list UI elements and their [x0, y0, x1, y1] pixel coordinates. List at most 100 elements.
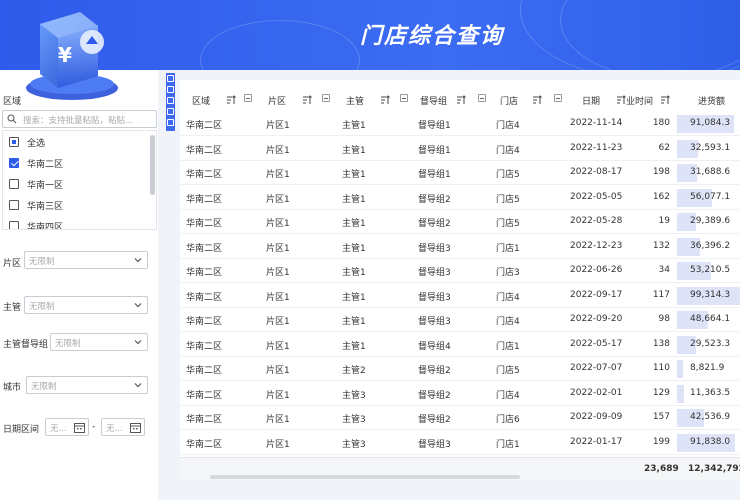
table-cell: 主管3	[342, 390, 366, 401]
checkbox-checked-icon[interactable]	[9, 158, 19, 168]
table-cell: 片区1	[266, 341, 290, 352]
col-manager[interactable]: 主管	[346, 90, 364, 110]
hours-cell: 98	[658, 314, 670, 324]
date-from-input[interactable]: 无...	[45, 418, 89, 436]
collapse-icon[interactable]	[322, 94, 330, 102]
table-cell: 华南二区	[186, 415, 223, 425]
table-cell: 门店4	[496, 121, 520, 131]
toolbar-list-icon[interactable]	[167, 108, 174, 115]
toolbar-clock-icon[interactable]	[167, 119, 174, 126]
region-option-list[interactable]: 全选 华南二区 华南一区 华南三区 华南四区	[2, 130, 157, 230]
table-row[interactable]: 华南二区 片区1 主管3 督导组2 门店4 2022-02-01 129 11,363.5	[180, 382, 740, 406]
amount-cell: 91,838.0	[690, 436, 731, 447]
sort-icon[interactable]	[532, 95, 542, 105]
toolbar-expand-icon[interactable]	[167, 97, 174, 104]
table-row[interactable]: 华南二区 片区1 主管1 督导组2 门店5 2022-05-05 162 56,077.1	[180, 186, 740, 210]
amount-cell: 42,536.9	[690, 412, 731, 422]
region-option-huanan2[interactable]: 华南二区	[9, 154, 63, 172]
table-cell: 督导组1	[418, 170, 451, 180]
table-row[interactable]: 华南二区 片区1 主管1 督导组3 门店1 2022-12-23 132 36,396.2	[180, 235, 740, 259]
table-row[interactable]: 华南二区 片区1 主管1 督导组3 门店3 2022-06-26 34 53,210.5	[180, 259, 740, 283]
col-store[interactable]: 门店	[500, 90, 518, 110]
table-row[interactable]: 华南二区 片区1 主管1 督导组1 门店5 2022-08-17 198 31,688.6	[180, 161, 740, 185]
checkbox-icon[interactable]	[9, 221, 19, 229]
manager-select[interactable]: 无限制	[24, 296, 148, 314]
search-icon	[7, 114, 17, 124]
collapse-icon[interactable]	[554, 94, 562, 102]
checkbox-icon[interactable]	[9, 200, 19, 210]
table-cell: 华南二区	[186, 243, 223, 254]
vertical-toolbar[interactable]	[166, 73, 175, 131]
table-cell: 督导组3	[418, 292, 451, 303]
date-to-input[interactable]: 无...	[101, 418, 145, 436]
table-cell: 2022-08-17	[570, 167, 623, 177]
region-search-input[interactable]: 搜索：支持批量粘贴，粘贴...	[2, 110, 157, 128]
col-region[interactable]: 区域	[192, 90, 210, 110]
collapse-icon[interactable]	[400, 94, 408, 102]
table-cell: 华南二区	[186, 317, 223, 327]
table-cell: 主管1	[342, 317, 366, 327]
table-cell: 2022-05-17	[570, 338, 623, 349]
table-row[interactable]: 华南二区 片区1 主管1 督导组4 门店1 2022-05-17 138 29,523.3	[180, 333, 740, 357]
amount-cell: 56,077.1	[690, 191, 731, 202]
table-row[interactable]: 华南二区 片区1 主管1 督导组1 门店4 2022-11-14 180 91,084.3	[180, 112, 740, 136]
table-row[interactable]: 华南二区 片区1 主管3 督导组2 门店6 2022-09-09 157 42,536.9	[180, 406, 740, 430]
toolbar-settings-icon[interactable]	[167, 86, 174, 93]
table-cell: 主管3	[342, 415, 366, 425]
table-cell: 门店3	[496, 268, 520, 278]
region-option-huanan1[interactable]: 华南一区	[9, 175, 63, 193]
table-cell: 片区1	[266, 415, 290, 425]
checkbox-icon[interactable]	[9, 179, 19, 189]
table-row[interactable]: 华南二区 片区1 主管1 督导组1 门店4 2022-11-23 62 32,593.1	[180, 137, 740, 161]
checkbox-partial-icon[interactable]	[9, 137, 19, 147]
hours-cell: 198	[652, 167, 670, 177]
table-cell: 2022-06-26	[570, 265, 623, 275]
page-title: 门店综合查询	[360, 24, 505, 49]
hours-cell: 129	[652, 387, 670, 398]
table-cell: 华南二区	[186, 219, 223, 229]
area-select[interactable]: 无限制	[24, 251, 148, 269]
table-cell: 片区1	[266, 317, 290, 327]
city-select[interactable]: 无限制	[26, 376, 148, 394]
table-row[interactable]: 华南二区 片区1 主管3 督导组3 门店1 2022-01-17 199 91,838.0	[180, 431, 740, 455]
supervisor-select[interactable]: 无限制	[50, 333, 148, 351]
table-cell: 片区1	[266, 390, 290, 401]
table-cell: 华南二区	[186, 194, 223, 205]
sort-icon[interactable]	[456, 95, 466, 105]
col-hours[interactable]: 业时间	[626, 90, 653, 110]
horizontal-scrollbar[interactable]	[210, 475, 520, 479]
hours-cell: 132	[652, 240, 670, 251]
table-row[interactable]: 华南二区 片区1 主管1 督导组3 门店4 2022-09-17 117 99,314.3	[180, 284, 740, 308]
table-row[interactable]: 华南二区 片区1 主管1 督导组3 门店4 2022-09-20 98 48,664.1	[180, 308, 740, 332]
amount-cell: 99,314.3	[690, 289, 731, 300]
table-cell: 门店5	[496, 194, 520, 205]
table-cell: 2022-01-17	[570, 436, 623, 447]
sort-icon[interactable]	[660, 95, 670, 105]
hours-cell: 34	[658, 265, 670, 275]
col-area[interactable]: 片区	[268, 90, 286, 110]
region-option-huanan3[interactable]: 华南三区	[9, 196, 63, 214]
sort-icon[interactable]	[302, 95, 312, 105]
region-option-all[interactable]: 全选	[9, 133, 45, 151]
table-row[interactable]: 华南二区 片区1 主管1 督导组2 门店5 2022-05-28 19 29,389.6	[180, 210, 740, 234]
total-hours: 23,689	[644, 464, 679, 474]
table-cell: 督导组1	[418, 121, 451, 131]
col-supervisor[interactable]: 督导组	[420, 90, 447, 110]
sort-icon[interactable]	[380, 95, 390, 105]
region-option-huanan4[interactable]: 华南四区	[9, 217, 63, 229]
table-cell: 主管1	[342, 145, 366, 156]
table-row[interactable]: 华南二区 片区1 主管2 督导组2 门店5 2022-07-07 110 8,821.9	[180, 357, 740, 381]
collapse-icon[interactable]	[244, 94, 252, 102]
sort-icon[interactable]	[226, 95, 236, 105]
list-scrollbar[interactable]	[150, 135, 155, 195]
col-amount[interactable]: 进货额	[698, 90, 725, 110]
amount-cell: 48,664.1	[690, 314, 731, 324]
sort-icon[interactable]	[616, 95, 626, 105]
table-cell: 主管1	[342, 243, 366, 254]
col-date[interactable]: 日期	[582, 90, 600, 110]
table-cell: 门店4	[496, 390, 520, 401]
collapse-icon[interactable]	[478, 94, 486, 102]
table-cell: 督导组3	[418, 439, 451, 450]
toolbar-filter-icon[interactable]	[167, 75, 174, 82]
table-cell: 主管1	[342, 292, 366, 303]
